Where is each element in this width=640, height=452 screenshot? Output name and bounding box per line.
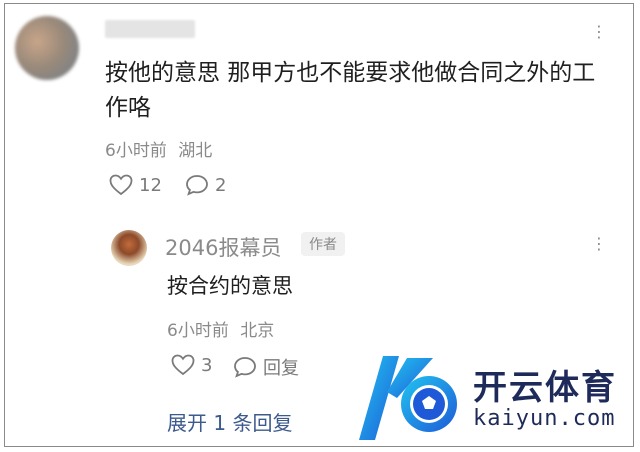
kaiyun-logo-icon: [359, 356, 457, 440]
reply-avatar[interactable]: [111, 230, 147, 266]
comment-location: 湖北: [178, 141, 213, 161]
reply-count: 2: [215, 174, 227, 196]
comment-bubble-icon: [234, 357, 256, 378]
comment-text: 按他的意思 那甲方也不能要求他做合同之外的工作咯: [105, 60, 596, 121]
reply-like-button[interactable]: 3: [171, 354, 212, 376]
reply-username[interactable]: 2046报幕员: [165, 232, 281, 262]
reply-meta: 6小时前 北京: [167, 316, 274, 341]
reply-time: 6小时前: [167, 321, 229, 341]
watermark-title: 开云体育: [473, 368, 617, 408]
author-badge: 作者: [301, 232, 345, 256]
comment-time: 6小时前: [105, 141, 167, 161]
comment-panel: ⋮ 按他的意思 那甲方也不能要求他做合同之外的工作咯 6小时前 湖北 12 2 …: [4, 3, 634, 447]
comment-button[interactable]: 2: [185, 174, 226, 196]
watermark-url: kaiyun.com: [473, 406, 616, 431]
watermark: 开云体育 kaiyun.com: [353, 352, 633, 444]
comment-meta: 6小时前 湖北: [105, 136, 212, 161]
reply-label: 回复: [263, 358, 299, 379]
heart-icon: [171, 354, 195, 376]
comment-bubble-icon: [186, 175, 208, 196]
more-dots-icon[interactable]: ⋮: [591, 24, 608, 40]
expand-replies-link[interactable]: 展开 1 条回复: [167, 407, 292, 436]
reply-location: 北京: [240, 321, 275, 341]
username-redacted: [105, 20, 195, 38]
reply-like-count: 3: [201, 354, 213, 376]
avatar[interactable]: [15, 16, 79, 80]
more-dots-icon[interactable]: ⋮: [591, 236, 608, 252]
reply-reply-button[interactable]: 回复: [233, 354, 299, 380]
heart-icon: [109, 174, 133, 196]
like-count: 12: [139, 174, 162, 196]
like-button[interactable]: 12: [109, 174, 162, 196]
reply-text: 按合约的意思: [167, 274, 293, 298]
